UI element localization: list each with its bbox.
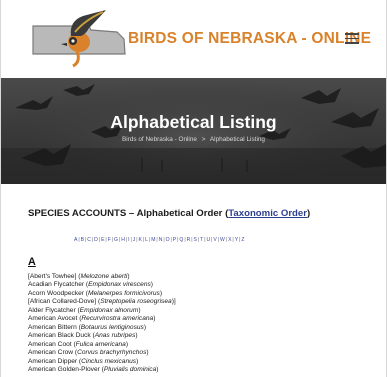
list-item[interactable]: American Bittern (Botaurus lentiginosus) bbox=[28, 324, 368, 332]
species-scientific-name: Cinclus mexicanus bbox=[81, 357, 137, 365]
taxonomic-order-link[interactable]: Taxonomic Order bbox=[228, 208, 307, 219]
species-scientific-name: Corvus brachyrhynchos bbox=[77, 349, 147, 357]
list-item[interactable]: Acorn Woodpecker (Melanerpes formicivoru… bbox=[28, 290, 368, 298]
species-link[interactable]: American Dipper (Cinclus mexicanus) bbox=[28, 358, 138, 365]
species-scientific-name: Pluvialis dominica bbox=[103, 365, 157, 373]
breadcrumb-separator: > bbox=[201, 136, 206, 143]
alphabet-link-p[interactable]: P bbox=[173, 237, 177, 243]
species-name-end: ) bbox=[136, 357, 139, 365]
alphabet-link-h[interactable]: H bbox=[121, 237, 125, 243]
hero-banner: Alphabetical Listing Birds of Nebraska -… bbox=[1, 78, 386, 184]
species-scientific-name: Fulica americana bbox=[75, 340, 126, 348]
species-common-name: American Avocet ( bbox=[28, 315, 82, 323]
section-letter-heading: A bbox=[28, 256, 36, 268]
species-name-end: ) bbox=[150, 281, 153, 289]
species-common-name: [Abert's Towhee] ( bbox=[28, 273, 81, 280]
species-link[interactable]: Alder Flycatcher (Empidonax alnorum) bbox=[28, 307, 141, 314]
list-item[interactable]: American Golden-Plover (Pluvialis domini… bbox=[28, 366, 368, 374]
species-link[interactable]: American Coot (Fulica americana) bbox=[28, 341, 128, 348]
species-link[interactable]: Acadian Flycatcher (Empidonax virescens) bbox=[28, 281, 153, 288]
species-name-end: ) bbox=[135, 332, 138, 340]
species-scientific-name: Botaurus lentiginosus bbox=[80, 323, 144, 331]
list-item[interactable]: Alder Flycatcher (Empidonax alnorum) bbox=[28, 307, 368, 315]
alphabet-link-w[interactable]: W bbox=[220, 237, 225, 243]
species-name-end: )] bbox=[171, 298, 176, 306]
list-item[interactable]: American Coot (Fulica americana) bbox=[28, 341, 368, 349]
page-title: Alphabetical Listing bbox=[110, 112, 277, 132]
nebraska-map-bird-logo[interactable] bbox=[31, 6, 127, 68]
alphabet-link-g[interactable]: G bbox=[114, 237, 118, 243]
list-item[interactable]: American Avocet (Recurvirostra americana… bbox=[28, 315, 368, 323]
species-scientific-name: Recurvirostra americana bbox=[81, 315, 154, 323]
breadcrumb: Birds of Nebraska - Online > Alphabetica… bbox=[1, 136, 386, 143]
species-name-end: ) bbox=[156, 365, 159, 373]
species-link[interactable]: [African Collared-Dove] (Streptopelia ro… bbox=[28, 298, 176, 305]
species-name-end: ) bbox=[127, 273, 130, 280]
species-link[interactable]: American Bittern (Botaurus lentiginosus) bbox=[28, 324, 146, 331]
species-common-name: American Black Duck ( bbox=[28, 332, 95, 340]
species-name-end: ) bbox=[146, 349, 149, 357]
alphabet-link-v[interactable]: V bbox=[213, 237, 217, 243]
page: BIRDS OF NEBRASKA - ONLINE Alphabetical … bbox=[0, 0, 387, 377]
alphabet-link-d[interactable]: D bbox=[94, 237, 98, 243]
alphabet-link-c[interactable]: C bbox=[87, 237, 91, 243]
species-scientific-name: Streptopelia roseogrisea bbox=[100, 298, 172, 306]
heading-suffix: ) bbox=[307, 208, 311, 219]
species-name-end: ) bbox=[125, 340, 129, 348]
site-header: BIRDS OF NEBRASKA - ONLINE bbox=[1, 0, 386, 78]
list-item[interactable]: Acadian Flycatcher (Empidonax virescens) bbox=[28, 281, 368, 289]
species-common-name: Acorn Woodpecker ( bbox=[28, 289, 88, 297]
hamburger-menu-icon[interactable] bbox=[345, 33, 359, 44]
species-link[interactable]: American Crow (Corvus brachyrhynchos) bbox=[28, 349, 149, 356]
species-link[interactable]: American Black Duck (Anas rubripes) bbox=[28, 332, 138, 339]
species-common-name: American Crow ( bbox=[28, 349, 78, 357]
list-item[interactable]: American Crow (Corvus brachyrhynchos) bbox=[28, 349, 368, 357]
species-name-end: ) bbox=[138, 306, 141, 314]
species-link[interactable]: American Avocet (Recurvirostra americana… bbox=[28, 315, 155, 322]
species-scientific-name: Anas rubripes bbox=[94, 332, 136, 340]
species-scientific-name: Melozone aberti bbox=[80, 273, 128, 280]
alphabet-link-u[interactable]: U bbox=[206, 237, 210, 243]
heading-prefix: SPECIES ACCOUNTS – Alphabetical Order ( bbox=[28, 208, 229, 219]
alphabet-index: A|B|C|D|E|F|G|H|I|J|K|L|M|N|O|P|Q|R|S|T|… bbox=[74, 237, 245, 243]
breadcrumb-current: Alphabetical Listing bbox=[209, 136, 265, 143]
species-scientific-name: Empidonax virescens bbox=[88, 281, 151, 289]
alphabet-link-s[interactable]: S bbox=[194, 237, 198, 243]
alphabet-link-z[interactable]: Z bbox=[241, 237, 244, 243]
alphabet-link-y[interactable]: Y bbox=[235, 237, 239, 243]
species-list: [Abert's Towhee] (Melozone aberti) Acadia… bbox=[28, 273, 368, 374]
species-common-name: American Bittern ( bbox=[28, 323, 81, 331]
species-common-name: American Coot ( bbox=[28, 340, 76, 348]
list-item[interactable]: American Dipper (Cinclus mexicanus) bbox=[28, 358, 368, 366]
list-item[interactable]: American Black Duck (Anas rubripes) bbox=[28, 332, 368, 340]
alphabet-link-l[interactable]: L bbox=[145, 237, 148, 243]
species-common-name: Alder Flycatcher ( bbox=[28, 306, 80, 314]
menu-bar bbox=[345, 42, 359, 44]
list-item[interactable]: [Abert's Towhee] (Melozone aberti) bbox=[28, 273, 368, 281]
site-title[interactable]: BIRDS OF NEBRASKA - ONLINE bbox=[128, 30, 371, 48]
species-link[interactable]: Acorn Woodpecker (Melanerpes formicivoru… bbox=[28, 290, 162, 297]
species-common-name: American Golden-Plover ( bbox=[28, 365, 104, 373]
species-common-name: American Dipper ( bbox=[28, 357, 82, 365]
alphabet-link-o[interactable]: O bbox=[166, 237, 170, 243]
menu-bar bbox=[345, 37, 359, 40]
species-scientific-name: Empidonax alnorum bbox=[79, 306, 139, 314]
species-name-end: ) bbox=[159, 289, 163, 297]
species-name-end: ) bbox=[143, 323, 147, 331]
species-common-name: Acadian Flycatcher ( bbox=[28, 281, 89, 289]
species-link[interactable]: [Abert's Towhee] (Melozone aberti) bbox=[28, 273, 130, 280]
species-link[interactable]: American Golden-Plover (Pluvialis domini… bbox=[28, 366, 158, 373]
breadcrumb-home-link[interactable]: Birds of Nebraska - Online bbox=[122, 136, 197, 143]
alphabet-link-b[interactable]: B bbox=[81, 237, 85, 243]
list-item[interactable]: [African Collared-Dove] (Streptopelia ro… bbox=[28, 298, 368, 306]
species-accounts-heading: SPECIES ACCOUNTS – Alphabetical Order (T… bbox=[28, 208, 310, 219]
species-name-end: ) bbox=[153, 315, 156, 323]
alphabet-link-k[interactable]: K bbox=[139, 237, 143, 243]
alphabet-link-f[interactable]: F bbox=[108, 237, 111, 243]
species-scientific-name: Melanerpes formicivorus bbox=[87, 289, 160, 297]
menu-bar bbox=[345, 33, 359, 35]
species-common-name: [African Collared-Dove] ( bbox=[28, 298, 101, 306]
